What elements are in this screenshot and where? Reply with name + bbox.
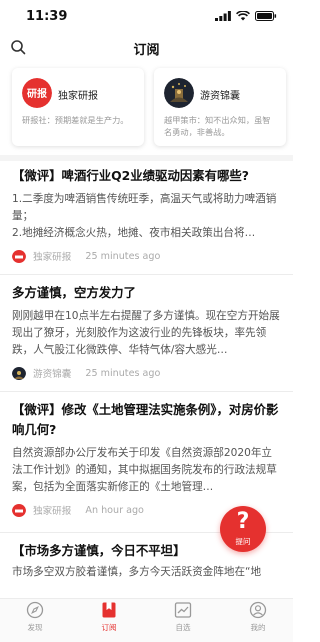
card-name: 独家研报 — [58, 91, 98, 102]
article-summary: 自然资源部办公厅发布关于印发《自然资源部2020年立法工作计划》的通知，其中拟据… — [12, 447, 277, 493]
status-icons — [215, 11, 277, 21]
article-time: 25 minutes ago — [85, 367, 161, 379]
tab-watchlist[interactable]: 自选 — [153, 601, 213, 639]
card-name: 游资锦囊 — [200, 91, 240, 102]
subscription-cards: 研报 独家研报 研报社：预期差就是生产力。 游资锦囊 越甲策市：知不出众知，虽智… — [0, 68, 293, 148]
article-summary: 1.二季度为啤酒销售传统旺季，高温天气或将助力啤酒销量； 2.地摊经济概念火热，… — [12, 193, 277, 239]
subscription-card-hot-money-tips[interactable]: 游资锦囊 越甲策市：知不出众知，虽智名勇动，非善战。 — [154, 68, 286, 146]
compass-icon — [26, 601, 44, 619]
card-description: 研报社：预期差就是生产力。 — [22, 115, 129, 125]
article-item[interactable]: 多方谨慎，空方发力了 刚刚越甲在10点半左右提醒了多方谨慎。现在空方开始展现出了… — [12, 283, 282, 381]
battery-icon — [255, 11, 277, 21]
card-description: 越甲策市：知不出众知，虽智名勇动，非善战。 — [164, 115, 271, 137]
subscription-card-exclusive-research[interactable]: 研报 独家研报 研报社：预期差就是生产力。 — [12, 68, 144, 146]
page-title: 订阅 — [133, 43, 160, 58]
chart-icon — [174, 602, 192, 618]
article-time: An hour ago — [85, 504, 144, 516]
tab-label: 订阅 — [101, 623, 117, 632]
bookmark-icon — [102, 602, 116, 618]
source-logo-icon — [12, 503, 26, 517]
article-source: 独家研报 — [33, 506, 72, 517]
ask-question-button[interactable]: ? 提问 — [220, 506, 266, 552]
source-logo-icon — [12, 366, 26, 380]
article-title: 多方谨慎，空方发力了 — [12, 285, 136, 300]
status-time: 11:39 — [26, 9, 68, 24]
tab-label: 我的 — [250, 623, 266, 632]
article-item[interactable]: 【微评】修改《土地管理法实施条例》，对房价影响几何? 自然资源部办公厅发布关于印… — [12, 400, 282, 518]
status-bar: 11:39 — [0, 0, 293, 34]
logo-text: 研报 — [27, 87, 47, 100]
tab-subscribe[interactable]: 订阅 — [79, 601, 139, 639]
tab-me[interactable]: 我的 — [228, 601, 288, 639]
article-source: 独家研报 — [33, 252, 72, 263]
article-source: 游资锦囊 — [33, 369, 72, 380]
ask-button-label: 提问 — [235, 537, 251, 546]
article-title: 【微评】啤酒行业Q2业绩驱动因素有哪些? — [12, 168, 249, 183]
bottom-tab-bar: 发现 订阅 自选 我的 — [0, 598, 293, 642]
wifi-icon — [236, 11, 250, 21]
article-meta: 独家研报 25 minutes ago — [12, 248, 282, 264]
tab-discover[interactable]: 发现 — [5, 601, 65, 639]
nav-bar: 订阅 — [0, 34, 293, 62]
article-title: 【微评】修改《土地管理法实施条例》，对房价影响几何? — [12, 402, 279, 437]
question-mark-icon: ? — [236, 509, 250, 534]
article-summary: 刚刚越甲在10点半左右提醒了多方谨慎。现在空方开始展现出了獠牙，光刻胶作为这波行… — [12, 310, 280, 356]
exclusive-research-logo-icon: 研报 — [22, 78, 52, 108]
section-divider — [0, 155, 293, 161]
hot-money-tips-logo-icon — [164, 78, 194, 108]
article-time: 25 minutes ago — [85, 250, 161, 262]
article-item[interactable]: 【微评】啤酒行业Q2业绩驱动因素有哪些? 1.二季度为啤酒销售传统旺季，高温天气… — [12, 166, 282, 264]
article-separator — [0, 274, 293, 275]
tab-label: 发现 — [27, 623, 43, 632]
user-icon — [249, 601, 267, 619]
article-summary: 市场多空双方胶着谨慎，多方今天活跃资金阵地在“地 — [12, 566, 262, 578]
article-separator — [0, 391, 293, 392]
article-meta: 游资锦囊 25 minutes ago — [12, 365, 282, 381]
tab-label: 自选 — [175, 623, 191, 632]
signal-icon — [215, 11, 231, 21]
source-logo-icon — [12, 249, 26, 263]
